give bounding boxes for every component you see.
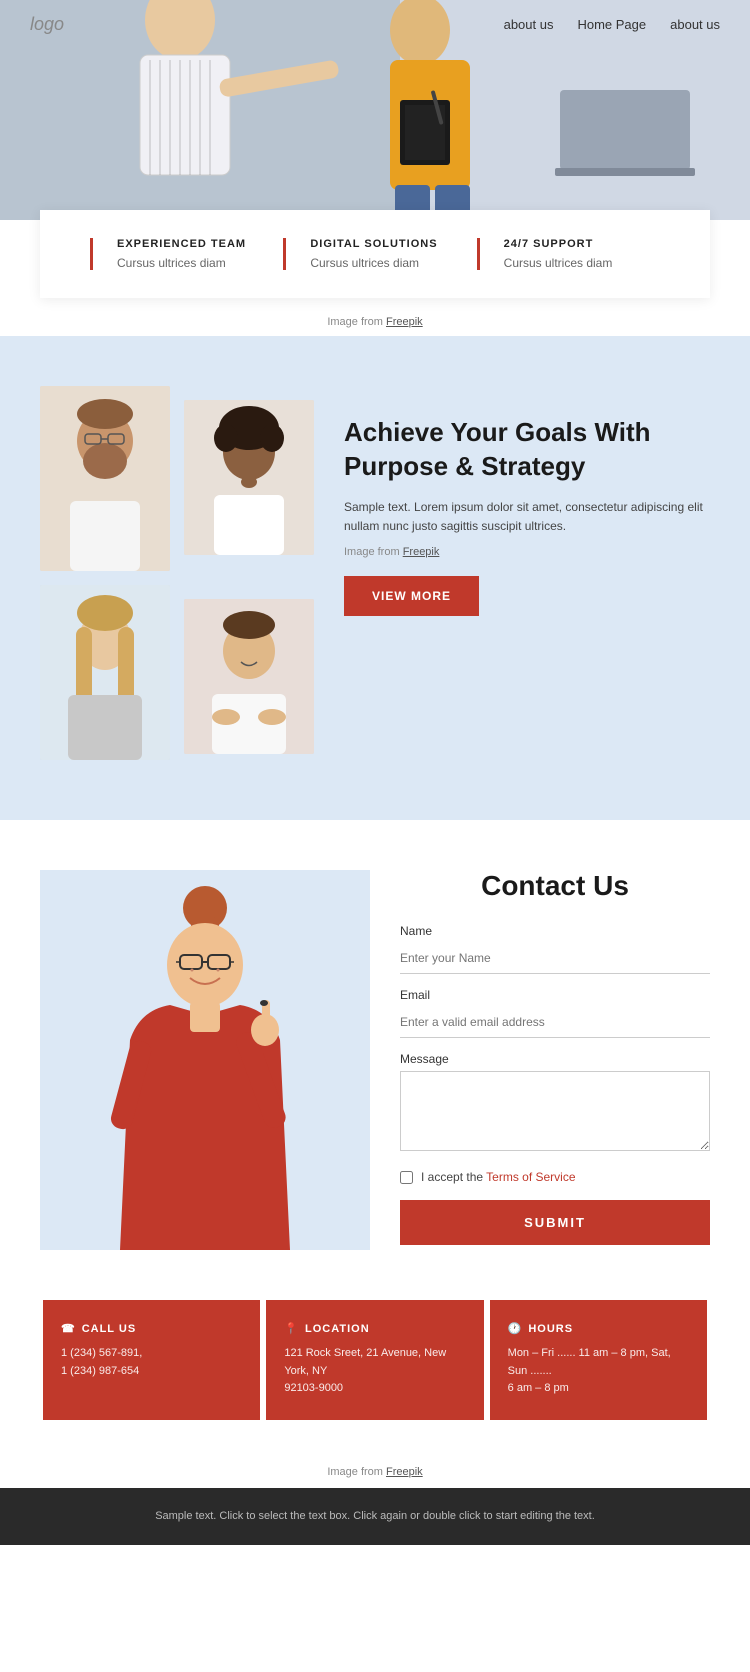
call-text: 1 (234) 567-891, 1 (234) 987-654: [61, 1345, 242, 1380]
footer-bar: Sample text. Click to select the text bo…: [0, 1488, 750, 1546]
feature-title-3: 24/7 SUPPORT: [504, 238, 636, 250]
message-textarea[interactable]: [400, 1071, 710, 1151]
team-image-credit: Image from Freepik: [344, 546, 710, 558]
view-more-button[interactable]: VIEW MORE: [344, 576, 479, 616]
clock-icon: 🕐: [508, 1322, 523, 1335]
submit-button[interactable]: SUBMIT: [400, 1200, 710, 1245]
contact-form-area: Contact Us Name Email Message I accept t…: [400, 870, 710, 1245]
footer-freepik-link[interactable]: Freepik: [386, 1466, 423, 1478]
form-group-message: Message: [400, 1052, 710, 1156]
team-desc: Sample text. Lorem ipsum dolor sit amet,…: [344, 498, 710, 536]
feature-digital-solutions: DIGITAL SOLUTIONS Cursus ultrices diam: [283, 238, 466, 270]
email-label: Email: [400, 988, 710, 1002]
footer-text: Sample text. Click to select the text bo…: [40, 1508, 710, 1526]
terms-label: I accept the Terms of Service: [421, 1170, 576, 1184]
contact-section: Contact Us Name Email Message I accept t…: [0, 820, 750, 1300]
team-photo-1: [40, 386, 170, 571]
features-strip: EXPERIENCED TEAM Cursus ultrices diam DI…: [40, 210, 710, 298]
nav-item-about1[interactable]: about us: [504, 17, 554, 32]
info-cards-row: ☎ CALL US 1 (234) 567-891, 1 (234) 987-6…: [0, 1300, 750, 1450]
call-title: ☎ CALL US: [61, 1322, 242, 1335]
team-content: Achieve Your Goals With Purpose & Strate…: [344, 386, 710, 616]
team-photo-4: [184, 599, 314, 754]
form-group-email: Email: [400, 988, 710, 1038]
team-photo-2: [184, 400, 314, 555]
team-photo-3: [40, 585, 170, 760]
name-input[interactable]: [400, 943, 710, 974]
feature-desc-3: Cursus ultrices diam: [504, 256, 636, 270]
team-section: Achieve Your Goals With Purpose & Strate…: [0, 336, 750, 820]
feature-desc-1: Cursus ultrices diam: [117, 256, 249, 270]
header: logo about us Home Page about us: [0, 0, 750, 49]
nav-item-about2[interactable]: about us: [670, 17, 720, 32]
feature-desc-2: Cursus ultrices diam: [310, 256, 442, 270]
team-heading: Achieve Your Goals With Purpose & Strate…: [344, 416, 710, 484]
message-label: Message: [400, 1052, 710, 1066]
location-title: 📍 LOCATION: [284, 1322, 465, 1335]
contact-title: Contact Us: [400, 870, 710, 902]
terms-checkbox-row: I accept the Terms of Service: [400, 1170, 710, 1184]
main-nav: about us Home Page about us: [504, 17, 720, 32]
hours-title: 🕐 HOURS: [508, 1322, 689, 1335]
phone-icon: ☎: [61, 1322, 76, 1335]
feature-title-1: EXPERIENCED TEAM: [117, 238, 249, 250]
location-text: 121 Rock Sreet, 21 Avenue, New York, NY …: [284, 1345, 465, 1398]
form-group-name: Name: [400, 924, 710, 974]
name-label: Name: [400, 924, 710, 938]
info-card-location: 📍 LOCATION 121 Rock Sreet, 21 Avenue, Ne…: [266, 1300, 483, 1420]
hero-credit: Image from Freepik: [0, 298, 750, 336]
hours-text: Mon – Fri ...... 11 am – 8 pm, Sat, Sun …: [508, 1345, 689, 1398]
footer-image-credit: Image from Freepik: [0, 1450, 750, 1488]
contact-photo: [40, 870, 370, 1250]
terms-checkbox[interactable]: [400, 1171, 413, 1184]
feature-support: 24/7 SUPPORT Cursus ultrices diam: [477, 238, 660, 270]
feature-title-2: DIGITAL SOLUTIONS: [310, 238, 442, 250]
info-card-hours: 🕐 HOURS Mon – Fri ...... 11 am – 8 pm, S…: [490, 1300, 707, 1420]
team-photos-grid: [40, 386, 314, 760]
location-icon: 📍: [284, 1322, 299, 1335]
nav-item-home[interactable]: Home Page: [577, 17, 646, 32]
team-freepik-link[interactable]: Freepik: [403, 546, 440, 558]
info-card-call: ☎ CALL US 1 (234) 567-891, 1 (234) 987-6…: [43, 1300, 260, 1420]
terms-of-service-link[interactable]: Terms of Service: [486, 1170, 575, 1184]
hero-freepik-link[interactable]: Freepik: [386, 316, 423, 328]
logo: logo: [30, 14, 64, 35]
email-input[interactable]: [400, 1007, 710, 1038]
feature-experienced-team: EXPERIENCED TEAM Cursus ultrices diam: [90, 238, 273, 270]
